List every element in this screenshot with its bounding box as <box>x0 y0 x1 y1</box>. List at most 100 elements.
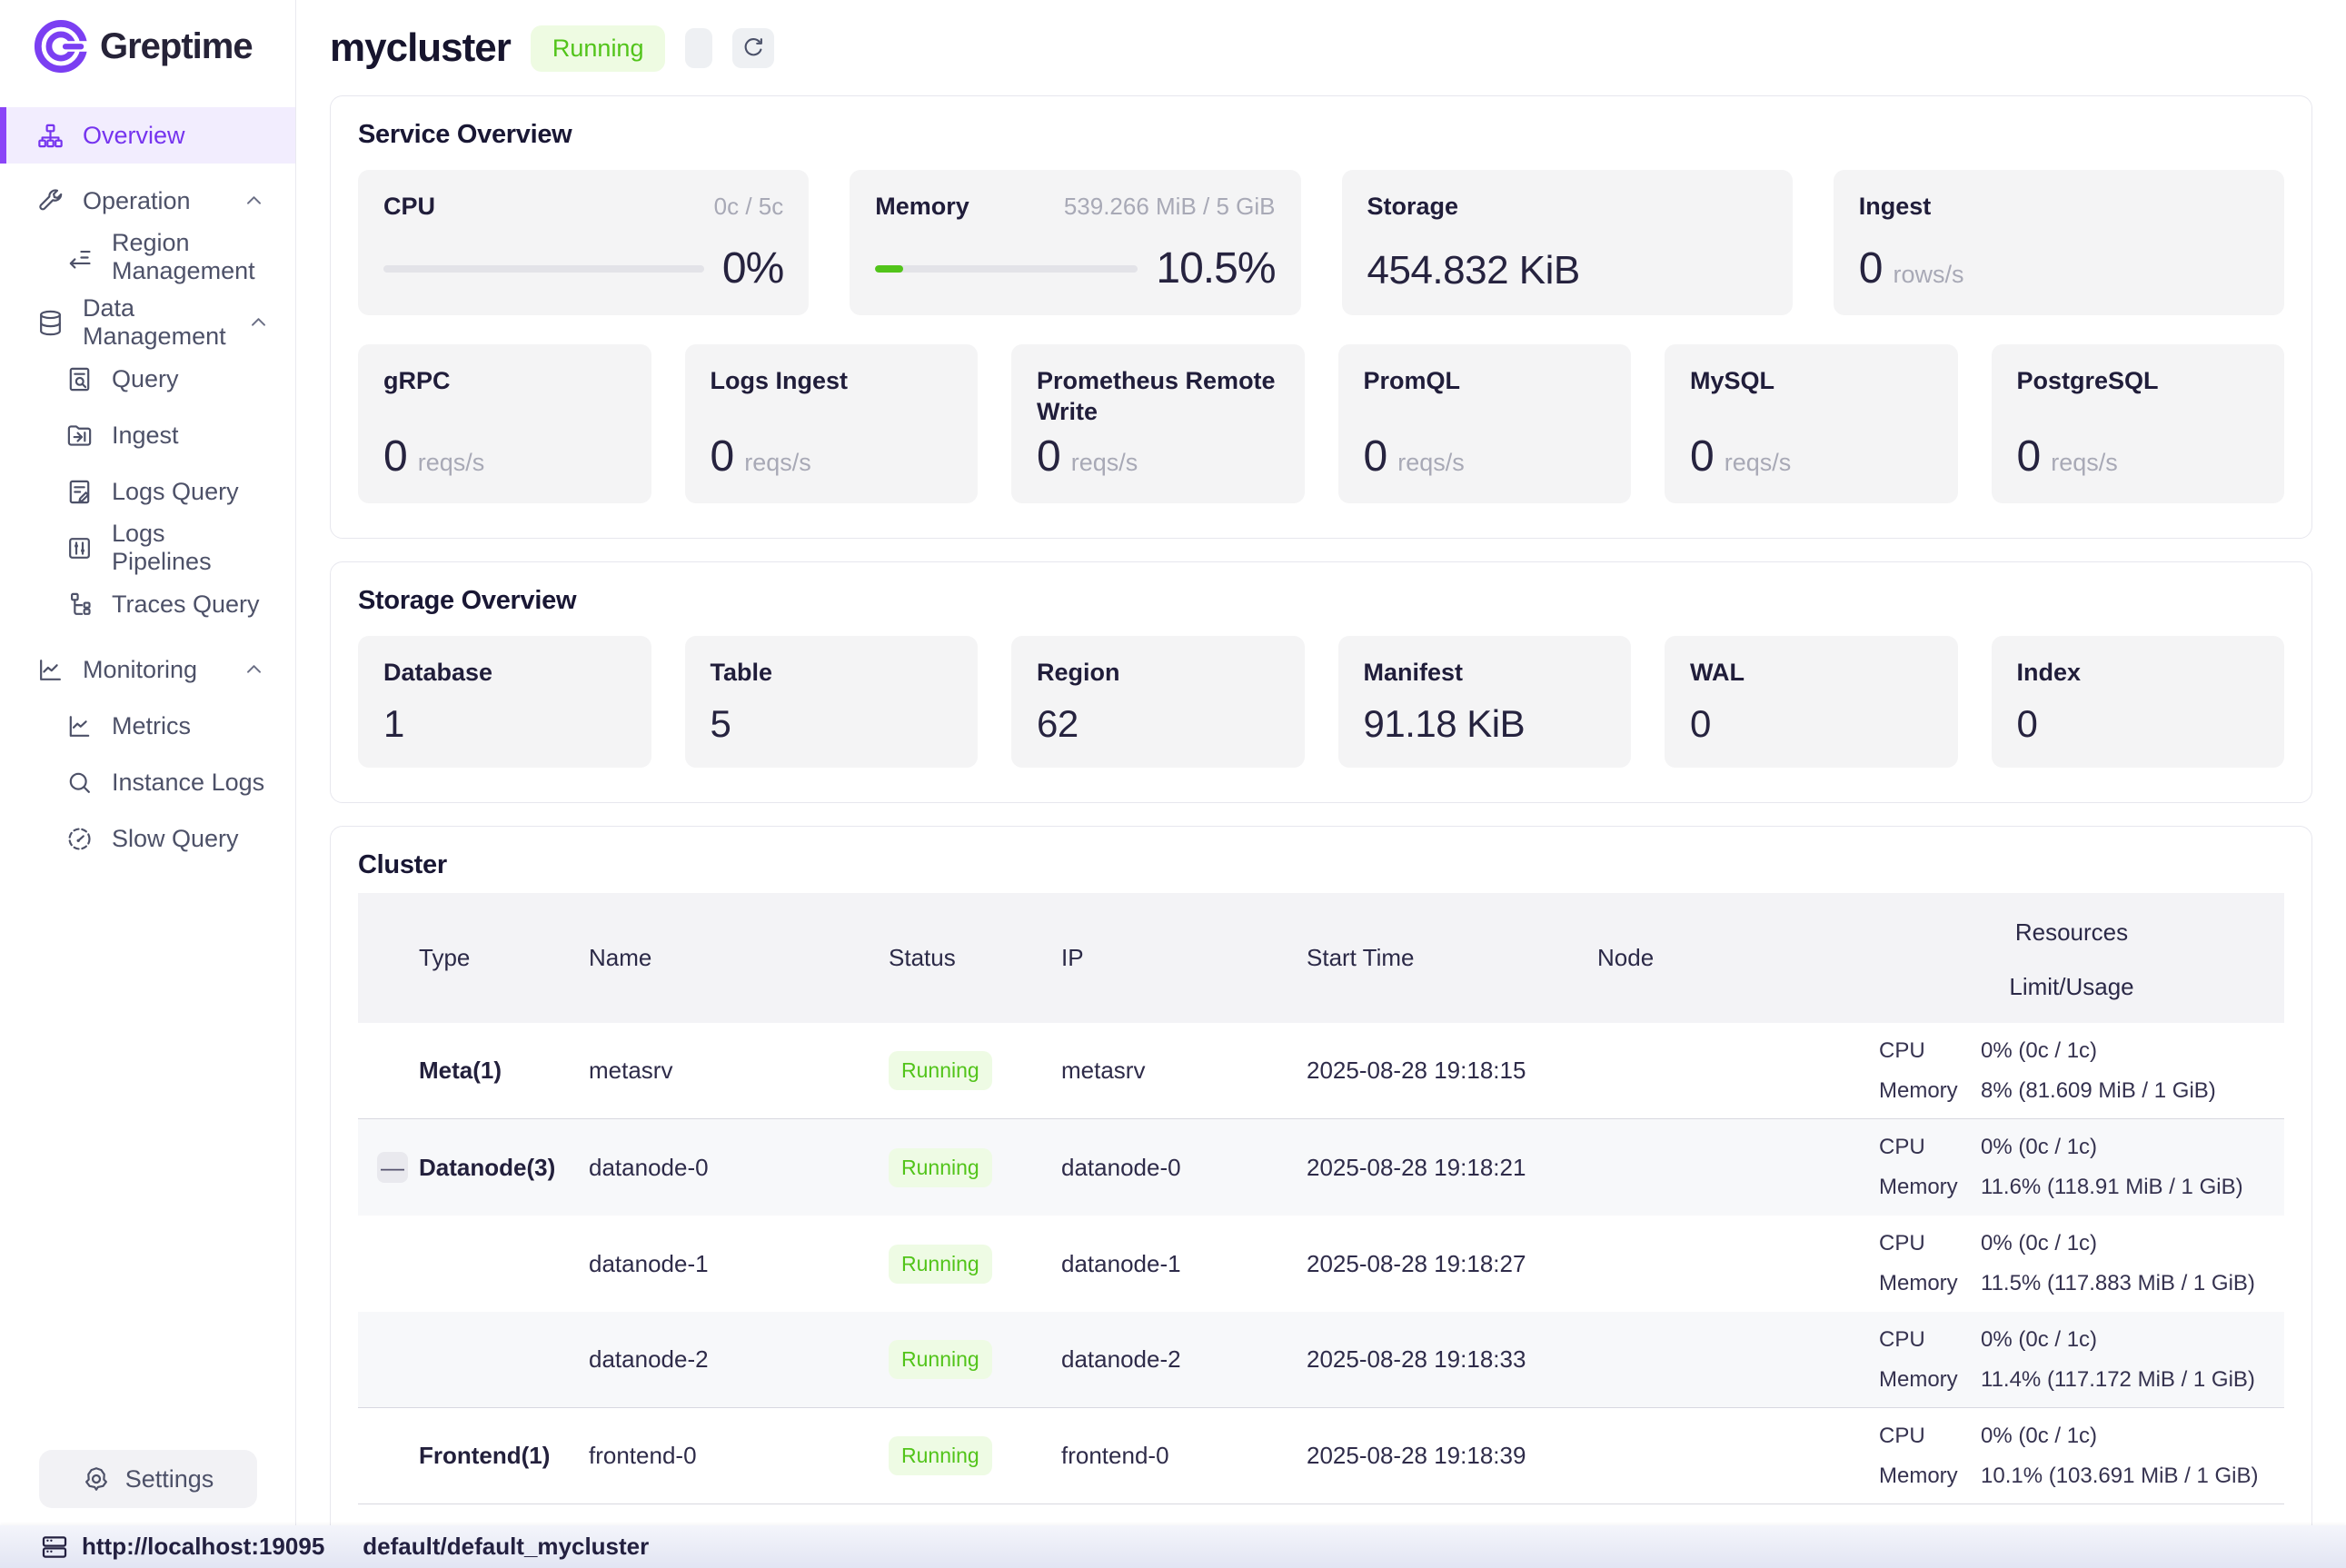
chevron-up-icon[interactable] <box>240 189 268 213</box>
rate-card-logs-ingest: Logs Ingest 0reqs/s <box>685 344 979 503</box>
row-resources: CPU0% (0c / 1c) Memory11.4% (117.172 MiB… <box>1859 1327 2284 1393</box>
rate-unit: reqs/s <box>2051 449 2118 477</box>
sidebar-item-overview[interactable]: Overview <box>0 107 295 164</box>
row-type: Frontend(1) <box>419 1442 550 1470</box>
table-row-metasrv: Meta(1) metasrv Running metasrv 2025-08-… <box>358 1023 2284 1119</box>
search-icon <box>65 769 94 797</box>
memory-resource-label: Memory <box>1879 1464 1981 1489</box>
wrench-icon <box>36 187 65 215</box>
sidebar-item-ingest[interactable]: Ingest <box>0 407 295 463</box>
sidebar-item-slow-query[interactable]: Slow Query <box>0 810 295 867</box>
sidebar-item-label: Query <box>112 365 179 393</box>
row-ip: datanode-2 <box>1041 1345 1287 1374</box>
row-status-badge: Running <box>889 1436 992 1475</box>
brand-logo: Greptime <box>0 0 295 107</box>
storage-card-label: Region <box>1037 658 1279 689</box>
column-resources: Resources Limit/Usage <box>1859 893 2284 1023</box>
cpu-resource-label: CPU <box>1879 1135 1981 1160</box>
row-ip: datanode-0 <box>1041 1154 1287 1182</box>
sidebar-group-label: Data Management <box>83 294 226 351</box>
page-header: mycluster Running <box>330 24 2312 73</box>
collapse-datanode-button[interactable]: — <box>377 1152 408 1183</box>
row-name: frontend-0 <box>569 1442 869 1470</box>
rate-unit: reqs/s <box>1071 449 1138 477</box>
storage-card-table: Table 5 <box>685 636 979 768</box>
storage-card-label: Table <box>711 658 953 689</box>
storage-card-value: 91.18 KiB <box>1364 702 1606 746</box>
sidebar-group-monitoring[interactable]: Monitoring <box>0 641 295 698</box>
sidebar-item-logs-query[interactable]: Logs Query <box>0 463 295 520</box>
column-name: Name <box>569 944 869 972</box>
table-body: Meta(1) metasrv Running metasrv 2025-08-… <box>358 1023 2284 1504</box>
table-row-datanode-2: datanode-2 Running datanode-2 2025-08-28… <box>358 1312 2284 1408</box>
memory-resource-value: 8% (81.609 MiB / 1 GiB) <box>1981 1078 2216 1104</box>
cpu-resource-label: CPU <box>1879 1424 1981 1449</box>
cpu-resource-label: CPU <box>1879 1231 1981 1256</box>
table-header: Type Name Status IP Start Time Node Reso… <box>358 893 2284 1023</box>
sidebar-group-operation[interactable]: Operation <box>0 173 295 229</box>
rate-label: Prometheus Remote Write <box>1037 366 1279 428</box>
greptime-logo-icon <box>33 18 89 74</box>
rate-unit: reqs/s <box>418 449 485 477</box>
sidebar-item-label: Region Management <box>112 229 268 285</box>
memory-card: Memory 539.266 MiB / 5 GiB 10.5% <box>850 170 1300 315</box>
rate-unit: reqs/s <box>1725 449 1792 477</box>
ingest-label: Ingest <box>1859 192 1932 223</box>
column-type: Type <box>358 944 569 972</box>
sidebar-item-label: Traces Query <box>112 590 260 619</box>
rate-value: 0 <box>1037 432 1060 481</box>
sidebar-item-logs-pipelines[interactable]: Logs Pipelines <box>0 520 295 576</box>
refresh-icon <box>741 35 766 61</box>
server-endpoint[interactable]: http://localhost:19095 <box>40 1533 324 1562</box>
ingest-unit: rows/s <box>1893 261 1963 289</box>
row-type: Datanode(3) <box>419 1154 555 1182</box>
rate-unit: reqs/s <box>1397 449 1465 477</box>
storage-card-label: Manifest <box>1364 658 1606 689</box>
cpu-percent: 0% <box>722 243 783 293</box>
chevron-up-icon[interactable] <box>244 311 273 334</box>
sidebar-item-label: Slow Query <box>112 825 239 853</box>
brand-name: Greptime <box>100 26 253 67</box>
memory-resource-label: Memory <box>1879 1367 1981 1393</box>
sidebar-item-label: Logs Pipelines <box>112 520 268 576</box>
current-database[interactable]: default/default_mycluster <box>363 1533 649 1561</box>
sidebar-item-metrics[interactable]: Metrics <box>0 698 295 754</box>
settings-button[interactable]: Settings <box>39 1450 257 1508</box>
rate-value: 0 <box>1364 432 1387 481</box>
sidebar-item-instance-logs[interactable]: Instance Logs <box>0 754 295 810</box>
speedometer-icon <box>65 825 94 853</box>
rate-label: PostgreSQL <box>2017 366 2260 397</box>
cpu-progress-track <box>383 265 704 273</box>
refresh-button[interactable] <box>732 28 774 68</box>
section-title: Storage Overview <box>358 586 2284 616</box>
rate-unit: reqs/s <box>744 449 811 477</box>
sidebar-item-query[interactable]: Query <box>0 351 295 407</box>
storage-card-label: WAL <box>1690 658 1933 689</box>
database-path: default/default_mycluster <box>363 1533 649 1561</box>
cluster-table: Type Name Status IP Start Time Node Reso… <box>358 893 2284 1504</box>
storage-card-value: 5 <box>711 702 953 746</box>
sidebar-item-region-management[interactable]: Region Management <box>0 229 295 285</box>
memory-resource-label: Memory <box>1879 1175 1981 1200</box>
memory-resource-value: 11.6% (118.91 MiB / 1 GiB) <box>1981 1175 2243 1200</box>
section-title: Service Overview <box>358 120 2284 150</box>
cpu-resource-value: 0% (0c / 1c) <box>1981 1327 2097 1353</box>
sidebar-item-traces-query[interactable]: Traces Query <box>0 576 295 632</box>
gear-icon <box>82 1464 111 1494</box>
sidebar-group-label: Monitoring <box>83 656 197 684</box>
column-start-time: Start Time <box>1287 944 1577 972</box>
rate-value: 0 <box>383 432 407 481</box>
sidebar-group-data-management[interactable]: Data Management <box>0 294 295 351</box>
row-start-time: 2025-08-28 19:18:15 <box>1287 1057 1577 1085</box>
storage-card-value: 62 <box>1037 702 1279 746</box>
row-status-badge: Running <box>889 1148 992 1187</box>
status-badge: Running <box>531 25 666 72</box>
storage-card-database: Database 1 <box>358 636 651 768</box>
cpu-resource-label: CPU <box>1879 1327 1981 1353</box>
merge-left-icon <box>65 243 94 272</box>
chevron-up-icon[interactable] <box>240 658 268 681</box>
rate-value: 0 <box>1690 432 1714 481</box>
action-button[interactable] <box>685 28 712 68</box>
rate-cards: gRPC 0reqs/s Logs Ingest 0reqs/s Prometh… <box>358 344 2284 503</box>
row-start-time: 2025-08-28 19:18:27 <box>1287 1250 1577 1278</box>
